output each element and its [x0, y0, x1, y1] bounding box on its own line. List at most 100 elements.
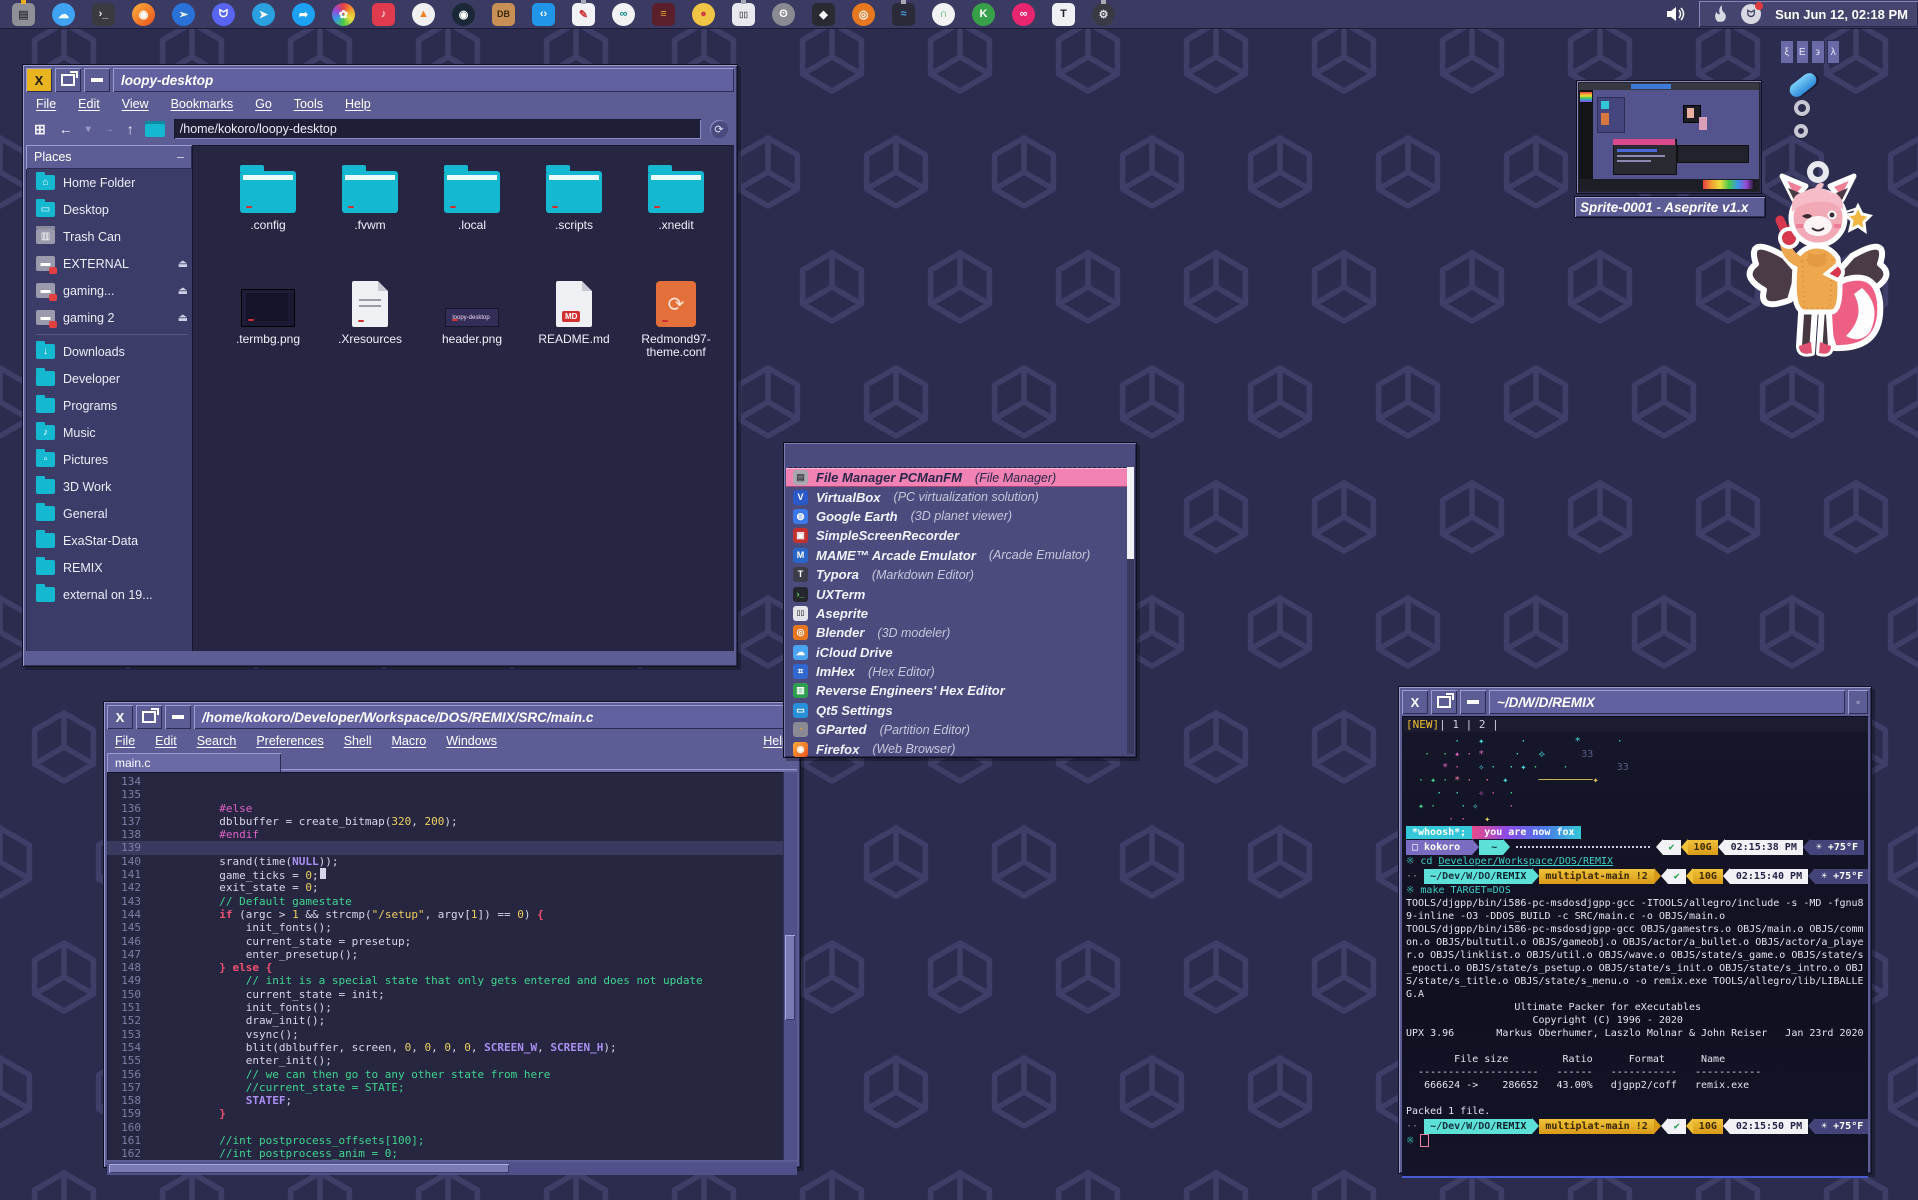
menu-item[interactable]: V VirtualBox (PC virtualization solution… — [786, 487, 1134, 506]
aseprite-icon-window[interactable] — [1576, 80, 1762, 194]
close-button[interactable]: X — [26, 68, 52, 92]
fm-menu-item[interactable]: View — [122, 97, 149, 111]
taskbar-app-icon[interactable]: ▤ — [12, 3, 35, 26]
taskbar-app-icon[interactable]: ▯▯ — [732, 3, 755, 26]
file-item[interactable]: .config — [220, 161, 316, 265]
fm-menu-item[interactable]: File — [36, 97, 56, 111]
taskbar-app-icon[interactable]: ›_ — [92, 3, 115, 26]
file-item[interactable]: loopy-desktop header.png — [424, 275, 520, 379]
fm-menu-item[interactable]: Help — [345, 97, 371, 111]
taskbar-app-icon[interactable]: ≡ — [652, 3, 675, 26]
menu-item[interactable]: ◍ Google Earth (3D planet viewer) — [786, 507, 1134, 526]
place-item[interactable]: ▥ Trash Can — [26, 223, 192, 250]
terminal-titlebar[interactable]: X ~/D/W/D/REMIX ▫ — [1402, 690, 1868, 714]
place-item[interactable]: ⌂ Home Folder — [26, 169, 192, 196]
taskbar-app-icon[interactable]: ➤ — [252, 3, 275, 26]
place-item[interactable]: ▬ EXTERNAL ⏏ — [26, 250, 192, 277]
eject-icon[interactable]: ⏏ — [178, 257, 188, 270]
back-button[interactable]: ← — [57, 121, 75, 137]
taskbar-app-icon[interactable]: ∞ — [1012, 3, 1035, 26]
eject-icon[interactable]: ⏏ — [178, 284, 188, 297]
place-item[interactable]: external on 19... — [26, 581, 192, 608]
aseprite-icon-title[interactable]: Sprite-0001 - Aseprite v1.x — [1574, 196, 1766, 218]
up-button[interactable]: ↑ — [125, 121, 136, 137]
menu-scrollbar[interactable] — [1127, 467, 1134, 754]
places-collapse-icon[interactable]: ‒ — [177, 150, 184, 164]
menu-item[interactable]: ▯▯ Aseprite — [786, 604, 1134, 623]
place-item[interactable]: General — [26, 500, 192, 527]
taskbar-app-icon[interactable]: ➦ — [292, 3, 315, 26]
taskbar-app-icon[interactable]: ✿ — [332, 3, 355, 26]
hscroll-thumb[interactable] — [109, 1164, 509, 1173]
place-item[interactable]: REMIX — [26, 554, 192, 581]
editor-menu-item[interactable]: Windows — [446, 734, 497, 748]
menu-item[interactable]: ☁ iCloud Drive — [786, 643, 1134, 662]
taskbar-app-icon[interactable]: K — [972, 3, 995, 26]
taskbar-app-icon[interactable]: T — [1052, 3, 1075, 26]
address-bar[interactable] — [174, 119, 701, 139]
horizontal-scrollbar[interactable] — [107, 1162, 797, 1175]
taskbar-app-icon[interactable]: ᗢ — [212, 3, 235, 26]
maximize-button[interactable] — [55, 68, 81, 92]
place-item[interactable]: ▬ gaming 2 ⏏ — [26, 304, 192, 331]
place-item[interactable]: ▬ gaming... ⏏ — [26, 277, 192, 304]
editor-menu-item[interactable]: Preferences — [256, 734, 323, 748]
discord-tray-icon[interactable]: ᗢ — [1741, 4, 1761, 24]
file-item[interactable]: .Xresources — [322, 275, 418, 379]
menu-item[interactable]: ◎ Blender (3D modeler) — [786, 623, 1134, 642]
fm-menu-item[interactable]: Go — [255, 97, 272, 111]
place-item[interactable]: ▭ Desktop — [26, 196, 192, 223]
file-item[interactable]: ⟳ Redmond97-theme.conf — [628, 275, 724, 379]
terminal-screen[interactable]: · ✦ · * · · · ✦ · * · ⟡ 33 * · ✧ · · ✦ ·… — [1402, 732, 1868, 1178]
taskbar-app-icon[interactable]: ⚙ — [1092, 3, 1115, 26]
menu-item[interactable]: ›_ UXTerm — [786, 584, 1134, 603]
file-item[interactable]: MD README.md — [526, 275, 622, 379]
menu-item[interactable]: ◔ GParted (Partition Editor) — [786, 720, 1134, 739]
editor-tab[interactable]: main.c — [107, 753, 281, 772]
taskbar-app-icon[interactable]: ✎ — [572, 3, 595, 26]
taskbar-app-icon[interactable]: ➢ — [172, 3, 195, 26]
fm-menu-item[interactable]: Bookmarks — [171, 97, 234, 111]
home-folder-icon[interactable] — [145, 121, 165, 137]
terminal-tabs[interactable]: | 1 | 2 | — [1439, 718, 1499, 731]
menu-item[interactable]: M MAME™ Arcade Emulator (Arcade Emulator… — [786, 546, 1134, 565]
vertical-scrollbar[interactable] — [783, 772, 797, 1160]
place-item[interactable]: Developer — [26, 365, 192, 392]
taskbar-app-icon[interactable]: ‹› — [532, 3, 555, 26]
file-item[interactable]: .xnedit — [628, 161, 724, 265]
place-item[interactable]: ExaStar-Data — [26, 527, 192, 554]
taskbar-app-icon[interactable]: ∩ — [932, 3, 955, 26]
editor-menu-item[interactable]: Macro — [392, 734, 427, 748]
menu-item[interactable]: T Typora (Markdown Editor) — [786, 565, 1134, 584]
eject-icon[interactable]: ⏏ — [178, 311, 188, 324]
taskbar-app-icon[interactable]: ∞ — [612, 3, 635, 26]
places-header[interactable]: Places ‒ — [26, 145, 192, 169]
maximize-button[interactable] — [1431, 690, 1457, 714]
taskbar-app-icon[interactable]: ≈ — [892, 3, 915, 26]
taskbar-app-icon[interactable]: ◎ — [852, 3, 875, 26]
file-item[interactable]: .fvwm — [322, 161, 418, 265]
terminal-tabbar[interactable]: [NEW] | 1 | 2 | — [1402, 716, 1868, 732]
menu-scrollbar-thumb[interactable] — [1127, 467, 1134, 559]
minimize-button[interactable] — [1460, 690, 1486, 714]
place-item[interactable] — [26, 331, 192, 338]
reload-button[interactable]: ⟳ — [710, 120, 728, 138]
file-item[interactable]: .termbg.png — [220, 275, 316, 379]
menu-item[interactable]: ▣ SimpleScreenRecorder — [786, 526, 1134, 545]
editor-menu-item[interactable]: File — [115, 734, 135, 748]
fm-menu-item[interactable]: Edit — [78, 97, 100, 111]
clock[interactable]: Sun Jun 12, 02:18 PM — [1771, 7, 1908, 22]
place-item[interactable]: ↓ Downloads — [26, 338, 192, 365]
new-tab-button[interactable]: ⊞ — [32, 121, 48, 138]
menu-item[interactable]: ◉ Firefox (Web Browser) — [786, 739, 1134, 758]
place-item[interactable]: ▫ Pictures — [26, 446, 192, 473]
fm-menu-item[interactable]: Tools — [294, 97, 323, 111]
taskbar-app-icon[interactable]: ʘ — [772, 3, 795, 26]
code-area[interactable]: 134 #else 135 dblbuffer = create_bitmap(… — [107, 772, 783, 1160]
place-item[interactable]: ♪ Music — [26, 419, 192, 446]
fire-tray-icon[interactable] — [1711, 4, 1731, 24]
taskbar-app-icon[interactable]: DB — [492, 3, 515, 26]
vscroll-thumb[interactable] — [785, 935, 795, 1020]
forward-button[interactable]: → — [102, 124, 116, 135]
taskbar-app-icon[interactable]: ♪ — [372, 3, 395, 26]
